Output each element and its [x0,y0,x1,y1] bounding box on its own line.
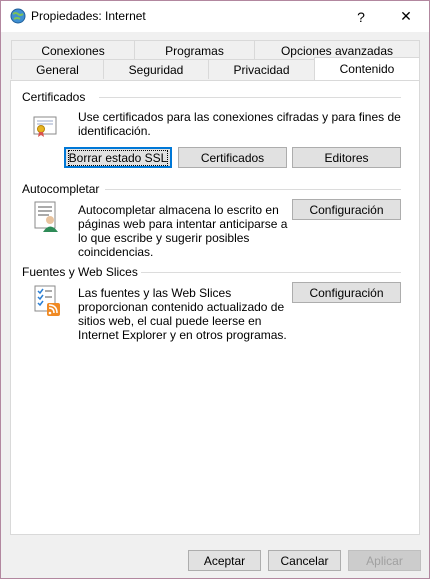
fuentes-description-line1: Las fuentes y las Web Slices [78,286,232,300]
certificados-description-line2: identificación. [78,124,151,138]
window-title: Propiedades: Internet [31,9,146,23]
fuentes-group-title: Fuentes y Web Slices [22,265,138,279]
feeds-checklist-icon [33,285,61,320]
title-bar: Propiedades: Internet ? ✕ [1,1,429,32]
autocompletar-separator [105,189,401,190]
fuentes-description-line2: proporcionan contenido actualizado de [78,300,285,314]
apply-button[interactable]: Aplicar [348,550,421,571]
tab-panel-contenido: Certificados Use certificados para las c… [10,80,420,535]
tab-contenido[interactable]: Contenido [314,57,420,80]
tab-programas[interactable]: Programas [134,40,255,60]
internet-properties-dialog: Propiedades: Internet ? ✕ Conexiones Pro… [0,0,430,579]
close-icon: ✕ [400,8,412,24]
tab-general[interactable]: General [11,59,104,79]
close-button[interactable]: ✕ [383,1,429,32]
tab-seguridad[interactable]: Seguridad [103,59,209,79]
fuentes-description-line4: Internet Explorer y en otros programas. [78,328,287,342]
certificados-separator [99,97,401,98]
certificados-group-title: Certificados [22,90,86,104]
fuentes-separator [141,272,401,273]
autocomplete-form-icon [33,201,61,236]
accept-button[interactable]: Aceptar [188,550,261,571]
tab-privacidad[interactable]: Privacidad [208,59,315,79]
certificados-description-line1: Use certificados para las conexiones cif… [78,110,401,124]
certificados-button[interactable]: Certificados [178,147,287,168]
internet-globe-icon [10,8,26,24]
autocompletar-description-line4: coincidencias. [78,245,154,259]
autocompletar-description-line1: Autocompletar almacena lo escrito en [78,203,279,217]
autocompletar-description-line3: lo que escribe y sugerir posibles [78,231,250,245]
autocompletar-group-title: Autocompletar [22,182,100,196]
autocompletar-configuracion-button[interactable]: Configuración [292,199,401,220]
fuentes-description-line3: sitios web, el cual puede leerse en [78,314,262,328]
fuentes-configuracion-button[interactable]: Configuración [292,282,401,303]
cancel-button[interactable]: Cancelar [268,550,341,571]
certificate-icon [33,114,57,141]
help-button[interactable]: ? [338,1,384,32]
tab-conexiones[interactable]: Conexiones [11,40,135,60]
borrar-estado-ssl-button[interactable]: Borrar estado SSL [64,147,172,168]
editores-button[interactable]: Editores [292,147,401,168]
autocompletar-description-line2: páginas web para intentar anticiparse a [78,217,288,231]
